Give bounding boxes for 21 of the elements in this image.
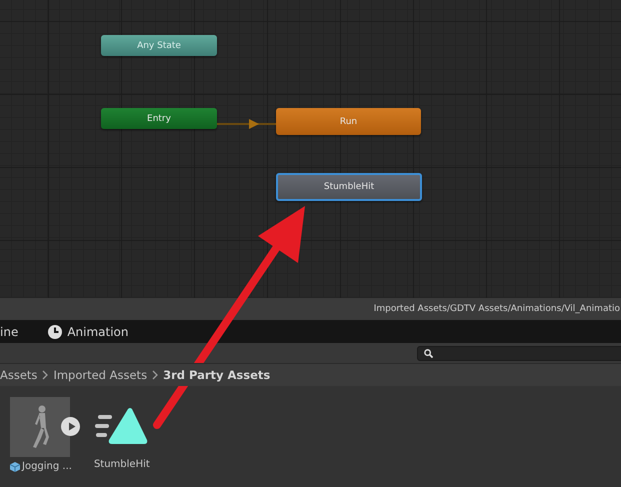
- asset-path: Imported Assets/GDTV Assets/Animations/Vil_Animatio: [374, 304, 620, 314]
- cube-icon: [10, 462, 20, 472]
- window-tab[interactable]: Animation: [48, 324, 129, 338]
- state-node[interactable]: Entry: [101, 108, 217, 129]
- search-icon: [424, 348, 433, 358]
- state-node[interactable]: StumbleHit: [276, 173, 422, 201]
- breadcrumb-link[interactable]: Imported Assets: [53, 368, 148, 382]
- transition-arrow[interactable]: [217, 119, 277, 129]
- breadcrumb-link[interactable]: Assets: [0, 368, 38, 382]
- animation-clip-icon[interactable]: [94, 407, 149, 445]
- play-icon: [68, 422, 76, 431]
- search-field[interactable]: [417, 346, 621, 360]
- window-tab[interactable]: ine: [0, 324, 18, 338]
- breadcrumb-link[interactable]: 3rd Party Assets: [163, 368, 270, 382]
- state-node[interactable]: Run: [276, 108, 421, 135]
- play-button[interactable]: [61, 417, 80, 436]
- asset-name[interactable]: StumbleHit: [94, 459, 150, 470]
- chevron-icon: [41, 370, 50, 380]
- asset-name[interactable]: Jogging ...: [22, 461, 72, 472]
- chevron-icon: [151, 370, 160, 380]
- model-thumbnail[interactable]: [10, 397, 70, 457]
